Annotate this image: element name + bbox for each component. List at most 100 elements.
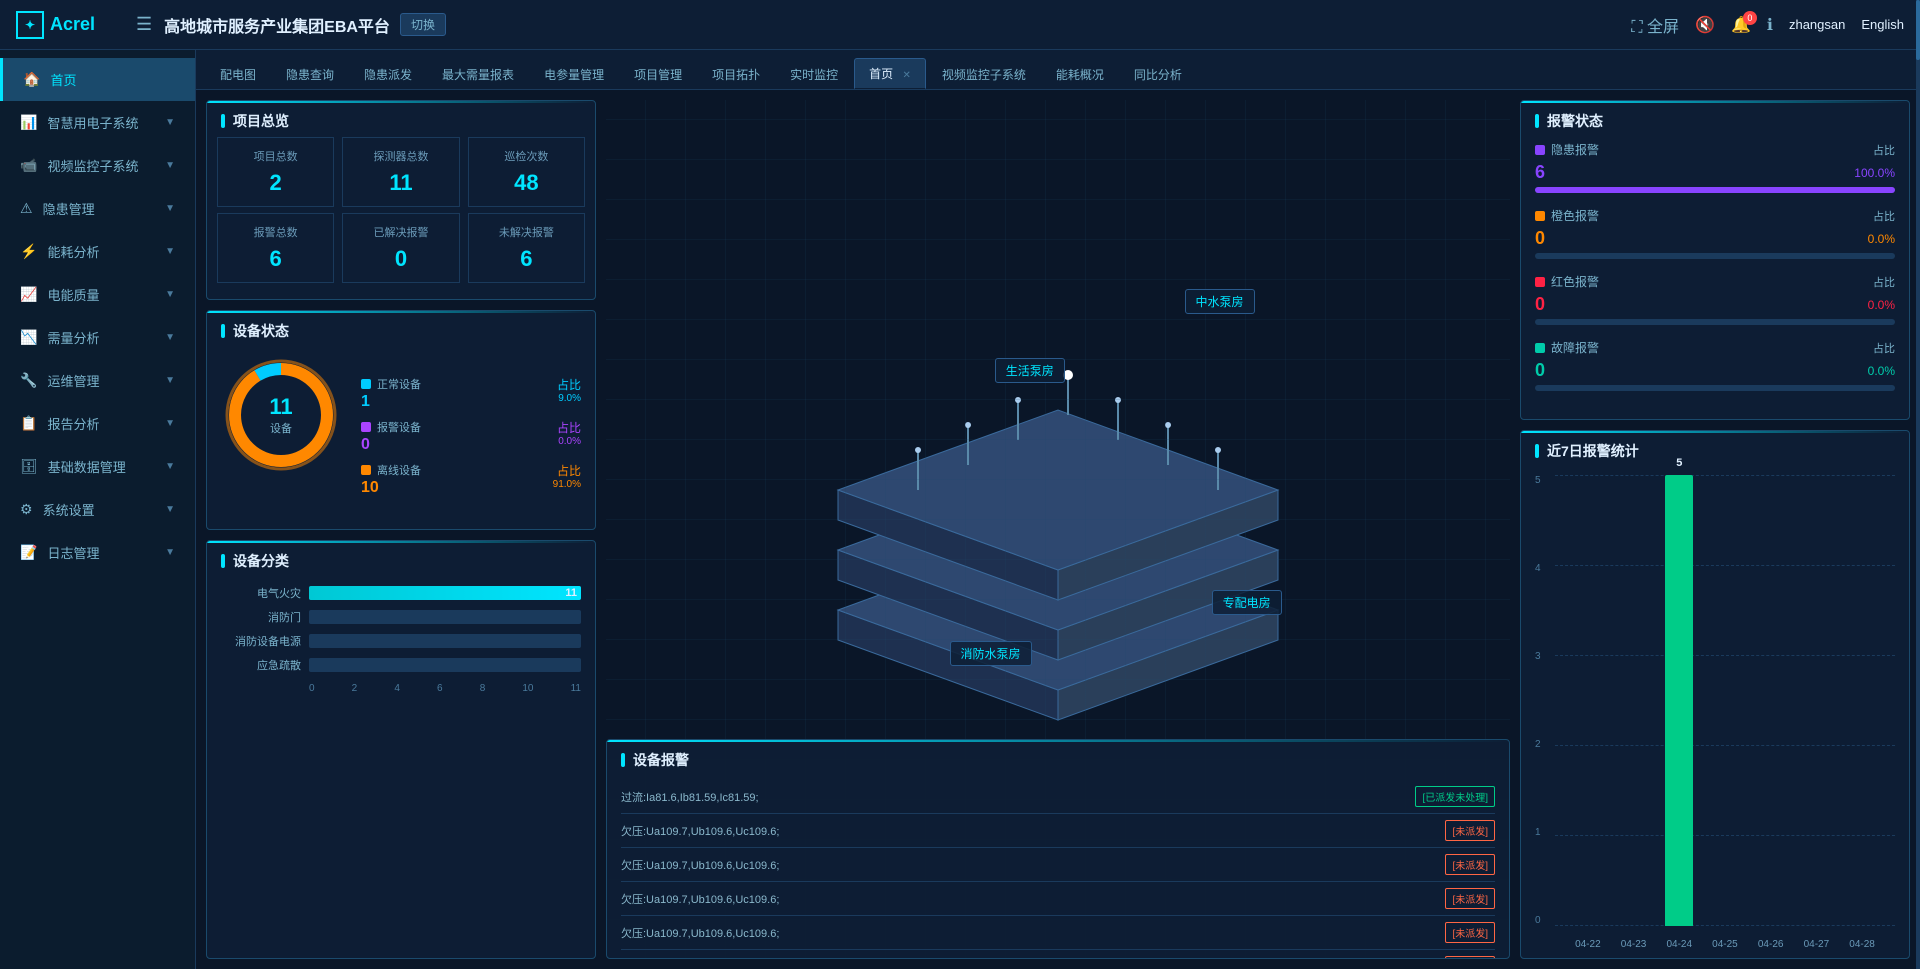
tab-home[interactable]: 首页 ✕: [854, 58, 926, 89]
sidebar-item-hazard[interactable]: ⚠ 隐患管理 ▼: [0, 187, 195, 230]
sidebar-item-energy[interactable]: ⚡ 能耗分析 ▼: [0, 230, 195, 273]
donut-label: 设备: [269, 420, 292, 436]
chevron-icon-9: ▼: [165, 461, 175, 472]
donut-chart: 11 设备: [221, 355, 341, 475]
logo-icon: ✦: [16, 11, 44, 39]
donut-center: 11 设备: [269, 394, 292, 436]
sidebar-item-video[interactable]: 📹 视频监控子系统 ▼: [0, 144, 195, 187]
topbar-title: 高地城市服务产业集团EBA平台: [164, 13, 390, 37]
notification-badge: 0: [1743, 11, 1757, 25]
stat-alarm-total: 报警总数 6: [217, 213, 334, 283]
sidebar: 🏠 首页 📊 智慧用电子系统 ▼ 📹 视频监控子系统 ▼ ⚠ 隐患管理 ▼: [0, 50, 196, 969]
device-status-title: 设备状态: [207, 311, 595, 347]
orange-alarm-dot: [1535, 211, 1545, 221]
tab-power-mgmt[interactable]: 电参量管理: [530, 60, 618, 89]
sidebar-label-home: 首页: [50, 70, 76, 89]
legend-normal: 正常设备 占比 1 9.0%: [361, 376, 581, 411]
notification-icon[interactable]: 🔔 0: [1731, 15, 1751, 35]
chevron-icon: ▼: [165, 117, 175, 128]
sidebar-item-logs[interactable]: 📝 日志管理 ▼: [0, 531, 195, 574]
sidebar-label-smart-electric: 智慧用电子系统: [47, 113, 138, 132]
device-category-chart: 电气火灾 11 消防门: [207, 577, 595, 954]
nav-tabs: 配电图 隐患查询 隐患派发 最大需量报表 电参量管理 项目管理 项目拓扑 实时监…: [196, 50, 1920, 90]
red-alarm-dot: [1535, 277, 1545, 287]
tab-yoy-analysis[interactable]: 同比分析: [1120, 60, 1196, 89]
maintenance-icon: 🔧: [20, 372, 37, 389]
tab-realtime[interactable]: 实时监控: [776, 60, 852, 89]
alarm-status-rows: 隐患报警 占比 6 100.0%: [1521, 137, 1909, 405]
sidebar-label-maintenance: 运维管理: [47, 371, 99, 390]
stat-project-count: 项目总数 2: [217, 137, 334, 207]
device-category-panel: 设备分类 电气火灾 11 消防门: [206, 540, 596, 959]
tab-demand-report[interactable]: 最大需量报表: [428, 60, 528, 89]
alarm-orange: 橙色报警 占比 0 0.0%: [1535, 207, 1895, 259]
alarm-row-3: 欠压:Ua109.7,Ub109.6,Uc109.6; [未派发]: [621, 848, 1495, 882]
label-life-pump: 生活泵房: [995, 358, 1065, 383]
sidebar-label-demand: 需量分析: [47, 328, 99, 347]
alarm-row-1: 过流:Ia81.6,Ib81.59,Ic81.59; [已派发未处理]: [621, 780, 1495, 814]
tab-hazard-query[interactable]: 隐患查询: [272, 60, 348, 89]
sidebar-item-base-data[interactable]: 🗄 基础数据管理 ▼: [0, 445, 195, 488]
sidebar-item-smart-electric[interactable]: 📊 智慧用电子系统 ▼: [0, 101, 195, 144]
left-column: 项目总览 项目总数 2 探测器总数 11: [206, 100, 596, 959]
report-icon: 📋: [20, 415, 37, 432]
tab-hazard-dispatch[interactable]: 隐患派发: [350, 60, 426, 89]
tab-video-monitor[interactable]: 视频监控子系统: [928, 60, 1040, 89]
sidebar-label-video: 视频监控子系统: [47, 156, 138, 175]
help-icon[interactable]: ℹ: [1767, 15, 1773, 35]
mute-icon[interactable]: 🔇: [1695, 15, 1715, 35]
smart-electric-icon: 📊: [20, 114, 37, 131]
sidebar-item-settings[interactable]: ⚙ 系统设置 ▼: [0, 488, 195, 531]
scrollbar-track[interactable]: [1916, 0, 1920, 969]
bar-col-0422: [1565, 475, 1611, 926]
chevron-icon-3: ▼: [165, 203, 175, 214]
bar-col-0428: [1839, 475, 1885, 926]
bar-row-fire-door: 消防门: [221, 609, 581, 625]
alarm-row-6: 欠压:Ua109.7,Ub109.6,Uc109.6; [未派发]: [621, 950, 1495, 959]
alarm-badge-3: [未派发]: [1445, 854, 1495, 875]
tab-project-mgmt[interactable]: 项目管理: [620, 60, 696, 89]
label-fire-pump: 消防水泵房: [950, 641, 1032, 666]
sidebar-item-maintenance[interactable]: 🔧 运维管理 ▼: [0, 359, 195, 402]
scrollbar-thumb[interactable]: [1916, 0, 1920, 60]
logs-icon: 📝: [20, 544, 37, 561]
tab-energy-overview[interactable]: 能耗概况: [1042, 60, 1118, 89]
chart-area: 5: [1555, 475, 1895, 950]
chart7day-title: 近7日报警统计: [1521, 431, 1909, 467]
chevron-icon-6: ▼: [165, 332, 175, 343]
chart7-inner: 5 4 3 2 1 0: [1535, 475, 1895, 950]
menu-icon[interactable]: ☰: [136, 14, 152, 35]
logo: ✦ Acrel: [16, 11, 136, 39]
tab-diagram[interactable]: 配电图: [206, 60, 270, 89]
fullscreen-icon[interactable]: ⛶ 全屏: [1631, 13, 1679, 37]
bar-row-fire-power: 消防设备电源: [221, 633, 581, 649]
bar-row-emergency: 应急疏散: [221, 657, 581, 673]
chart7-wrap: 5 4 3 2 1 0: [1521, 467, 1909, 954]
tab-project-topo[interactable]: 项目拓扑: [698, 60, 774, 89]
donut-num: 11: [269, 394, 292, 420]
alarm-badge-5: [未派发]: [1445, 922, 1495, 943]
sidebar-item-home[interactable]: 🏠 首页: [0, 58, 195, 101]
main-layout: 🏠 首页 📊 智慧用电子系统 ▼ 📹 视频监控子系统 ▼ ⚠ 隐患管理 ▼: [0, 50, 1920, 969]
alarm-badge-2: [未派发]: [1445, 820, 1495, 841]
chevron-icon-4: ▼: [165, 246, 175, 257]
hazard-alarm-bar: [1535, 187, 1895, 193]
language-selector[interactable]: English: [1861, 17, 1904, 32]
chevron-icon-2: ▼: [165, 160, 175, 171]
offline-dot: [361, 465, 371, 475]
alarm-fault: 故障报警 占比 0 0.0%: [1535, 339, 1895, 391]
sidebar-item-demand[interactable]: 📉 需量分析 ▼: [0, 316, 195, 359]
switch-button[interactable]: 切换: [400, 13, 446, 36]
username: zhangsan: [1789, 17, 1845, 32]
legend-alarm: 报警设备 占比 0 0.0%: [361, 419, 581, 454]
sidebar-item-power-quality[interactable]: 📈 电能质量 ▼: [0, 273, 195, 316]
alarm-hazard: 隐患报警 占比 6 100.0%: [1535, 141, 1895, 193]
bar-col-0426: [1748, 475, 1794, 926]
sidebar-item-report[interactable]: 📋 报告分析 ▼: [0, 402, 195, 445]
tab-close[interactable]: ✕: [902, 70, 910, 81]
alarm-red: 红色报警 占比 0 0.0%: [1535, 273, 1895, 325]
alarm-row-4: 欠压:Ua109.7,Ub109.6,Uc109.6; [未派发]: [621, 882, 1495, 916]
chevron-icon-10: ▼: [165, 504, 175, 515]
energy-icon: ⚡: [20, 243, 37, 260]
topbar: ✦ Acrel ☰ 高地城市服务产业集团EBA平台 切换 ⛶ 全屏 🔇 🔔 0 …: [0, 0, 1920, 50]
